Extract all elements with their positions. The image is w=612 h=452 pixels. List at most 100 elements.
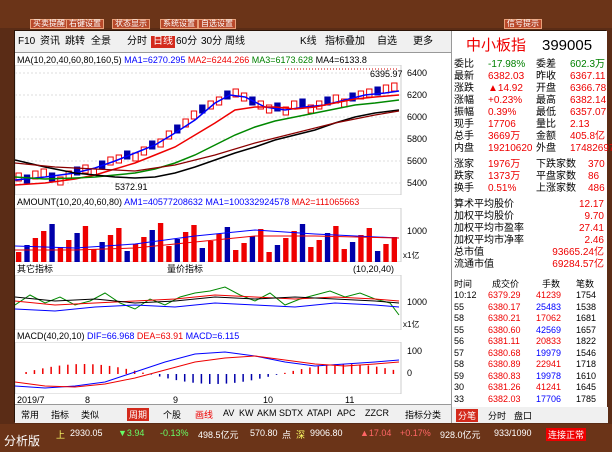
tab-fenshi[interactable]: 分时 <box>127 36 147 48</box>
status-left-label: 分析版 <box>4 434 41 448</box>
macd-bar <box>309 367 311 374</box>
news-button[interactable]: 资讯 <box>40 36 60 48</box>
tab-fenshi-panel[interactable]: 分时 <box>488 409 506 422</box>
sz-unit: 点 <box>282 430 292 440</box>
macd-legend: MACD(40,20,10) DIF=66.968 DEA=63.91 MACD… <box>17 331 239 342</box>
tab-sdtx[interactable]: SDTX <box>279 408 303 418</box>
price-axis-label: 5400 <box>407 178 427 188</box>
stat-label: 总市值 <box>454 247 484 258</box>
cy-value: 9906.80 <box>310 428 343 438</box>
tick-row: 55 6380.60 42569 1657 <box>452 324 608 336</box>
f10-button[interactable]: F10 <box>18 36 35 48</box>
tab-indicator[interactable]: 指标 <box>51 408 69 421</box>
tick-cell: 22941 <box>536 359 562 369</box>
tab-rixian[interactable]: 日线 <box>151 36 175 48</box>
macd-axis-label: 0 <box>407 368 412 378</box>
tab-period[interactable]: 周期 <box>127 408 150 421</box>
mid-legend: 其它指标 量价指标 (10,20,40) <box>17 264 403 275</box>
tick-row: 57 6380.68 19979 1546 <box>452 347 608 359</box>
amount-bar <box>341 249 347 262</box>
kline-button[interactable]: K线 <box>300 36 317 48</box>
tab-60min[interactable]: 60分 <box>176 36 197 48</box>
topbar-button-2[interactable]: 右键设置 <box>66 19 104 29</box>
tab-30min[interactable]: 30分 <box>201 36 222 48</box>
quote-label: 最低 <box>536 107 556 118</box>
topbar-button-6[interactable]: 信号提示 <box>504 19 542 29</box>
indicator-overlay-button[interactable]: 指标叠加 <box>325 36 365 48</box>
tab-similar[interactable]: 类似 <box>81 408 99 421</box>
chart-toolbar: F10 资讯 跳转 全景 分时 日线 60分 30分 周线 K线 指标叠加 自选… <box>15 31 451 53</box>
tab-stock[interactable]: 个股 <box>163 408 181 421</box>
tab-pankou[interactable]: 盘口 <box>514 409 532 422</box>
tab-indicator-category[interactable]: 指标分类 <box>405 408 441 421</box>
price-chart[interactable]: 6395.97 5372.91 6400 6200 6000 5800 5600… <box>15 65 451 195</box>
stat-value: 12.17 <box>578 199 604 210</box>
mid-legend-center: 量价指标 <box>167 264 204 274</box>
tab-draw[interactable]: 画线 <box>195 408 213 421</box>
topbar-button-1[interactable]: 买卖提醒 <box>30 19 68 29</box>
amount-bar <box>24 245 30 262</box>
mid-indicator-chart[interactable]: 1000 x1亿 <box>15 275 451 330</box>
stat-value: 27.41 <box>578 223 604 234</box>
stat-label: 加权平均市净率 <box>454 235 524 246</box>
amount-chart[interactable]: 1000 x1亿 <box>15 208 451 262</box>
amount-bar <box>124 251 130 262</box>
quote-value: 602.3万 <box>570 59 606 70</box>
macd-bar <box>217 374 219 384</box>
tab-kw[interactable]: KW <box>239 408 254 418</box>
connection-status[interactable]: 连接正常 <box>546 428 587 441</box>
quote-header: 中小板指 399005 <box>452 37 608 57</box>
amount-bar <box>191 225 197 262</box>
macd-bar <box>58 365 61 374</box>
macd-chart[interactable]: 100 0 <box>15 342 451 394</box>
dif-value: DIF=66.968 <box>87 331 135 341</box>
amount-bar <box>174 239 180 262</box>
tick-cell: 41241 <box>536 382 562 392</box>
tab-av[interactable]: AV <box>223 408 234 418</box>
topbar-button-3[interactable]: 状态显示 <box>112 19 150 29</box>
quote-value: ▲14.92 <box>488 83 523 94</box>
quote-value: 17706 <box>488 119 516 130</box>
fullscreen-button[interactable]: 全景 <box>91 36 111 48</box>
mid-unit: x1亿 <box>403 319 419 329</box>
quote-row: 现手 17706 量比 2.13 <box>452 119 608 131</box>
period-dropdown[interactable]: 周线 <box>225 36 245 48</box>
more-button[interactable]: 更多 <box>413 36 433 48</box>
amount-bar <box>99 242 105 262</box>
stat-row: 加权平均股价 9.70 <box>452 211 608 223</box>
topbar-button-4[interactable]: 系统设置 <box>160 19 198 29</box>
updown-row: 跌家 1373万 平盘家数 86 <box>452 171 608 183</box>
macd-bar <box>300 369 303 374</box>
self-select-button[interactable]: 自选 <box>377 36 397 48</box>
tab-atapi[interactable]: ATAPI <box>307 408 332 418</box>
price-axis-label: 5800 <box>407 134 427 144</box>
tab-apc[interactable]: APC <box>337 408 356 418</box>
tab-fenbi[interactable]: 分笔 <box>456 409 479 422</box>
amount-bar <box>208 241 214 262</box>
quote-label: 外盘 <box>536 143 556 154</box>
updown-value: 0.51% <box>488 183 517 194</box>
amount-bar <box>91 249 97 262</box>
tick-cell: 1645 <box>576 382 597 392</box>
tick-row: 10:12 6379.29 41239 1754 <box>452 289 608 301</box>
tab-common[interactable]: 常用 <box>21 408 39 421</box>
jump-button[interactable]: 跳转 <box>65 36 85 48</box>
tick-cell: 25483 <box>536 301 562 312</box>
macd-bar <box>200 374 203 384</box>
quote-label: 金额 <box>536 131 556 142</box>
quote-row: 涨跌 ▲14.92 开盘 6366.78 <box>452 83 608 95</box>
amount-bar <box>66 240 72 262</box>
tab-zzcr[interactable]: ZZCR <box>365 408 389 418</box>
tick-cell: 1681 <box>576 313 597 323</box>
ma-legend-params: (10,20,40,60,80,160,5) <box>30 55 122 65</box>
updown-value: 86 <box>588 171 600 182</box>
amount-bar <box>333 226 339 262</box>
stat-row: 算术平均股价 12.17 <box>452 199 608 211</box>
low-label: 5372.91 <box>115 182 148 192</box>
tab-akm[interactable]: AKM <box>257 408 277 418</box>
topbar-button-5[interactable]: 自选设置 <box>198 19 236 29</box>
tick-cell: 1754 <box>576 290 597 300</box>
macd-bar <box>100 364 102 374</box>
tick-cell: 6382.03 <box>488 393 521 404</box>
main-window: F10 资讯 跳转 全景 分时 日线 60分 30分 周线 K线 指标叠加 自选… <box>14 30 612 423</box>
